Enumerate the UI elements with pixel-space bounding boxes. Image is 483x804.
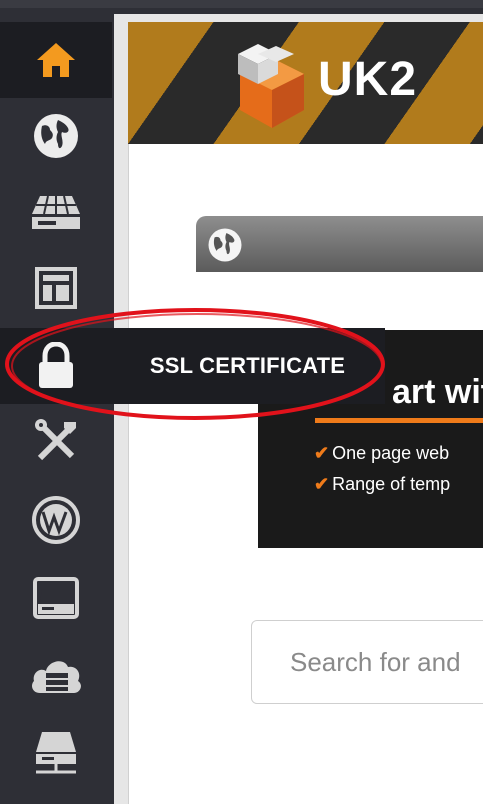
- sidebar-item-ssl[interactable]: [0, 328, 112, 404]
- search-box: [251, 620, 483, 704]
- promo-bullet: ✔ One page web: [314, 443, 450, 463]
- sidebar-item-network[interactable]: [0, 714, 112, 790]
- sidebar-item-home[interactable]: [0, 22, 112, 98]
- cloud-server-icon: [32, 661, 81, 693]
- panel-globe-icon: [208, 228, 242, 262]
- sidebar-item-storage[interactable]: [0, 560, 112, 636]
- ssl-tooltip: SSL CERTIFICATE: [110, 328, 385, 404]
- sidebar: [0, 12, 112, 804]
- sidebar-item-hosting[interactable]: [0, 174, 112, 250]
- promo-underline: [315, 418, 483, 423]
- sidebar-item-website-builder[interactable]: [0, 250, 112, 326]
- wordpress-icon: [32, 496, 80, 544]
- network-drive-icon: [36, 732, 76, 774]
- lock-icon: [39, 342, 73, 388]
- top-strip: [0, 0, 483, 8]
- check-icon: ✔: [314, 474, 330, 494]
- tools-icon: [35, 419, 76, 461]
- sidebar-item-wordpress[interactable]: [0, 482, 112, 558]
- check-icon: ✔: [314, 443, 330, 463]
- sidebar-item-tools[interactable]: [0, 404, 112, 480]
- sidebar-item-domains[interactable]: [0, 98, 112, 174]
- layout-icon: [35, 267, 77, 309]
- home-icon: [37, 43, 75, 77]
- drive-icon: [33, 577, 79, 619]
- promo-bullet: ✔ Range of temp: [314, 474, 451, 494]
- search-input[interactable]: [252, 621, 483, 703]
- globe-icon: [34, 114, 78, 158]
- sidebar-item-cloud[interactable]: [0, 636, 112, 712]
- uk2-logo-icon: [238, 44, 304, 128]
- promo-title: art wit: [392, 373, 483, 411]
- server-rack-icon: [32, 195, 80, 229]
- brand-logo-text: UK2: [318, 53, 418, 106]
